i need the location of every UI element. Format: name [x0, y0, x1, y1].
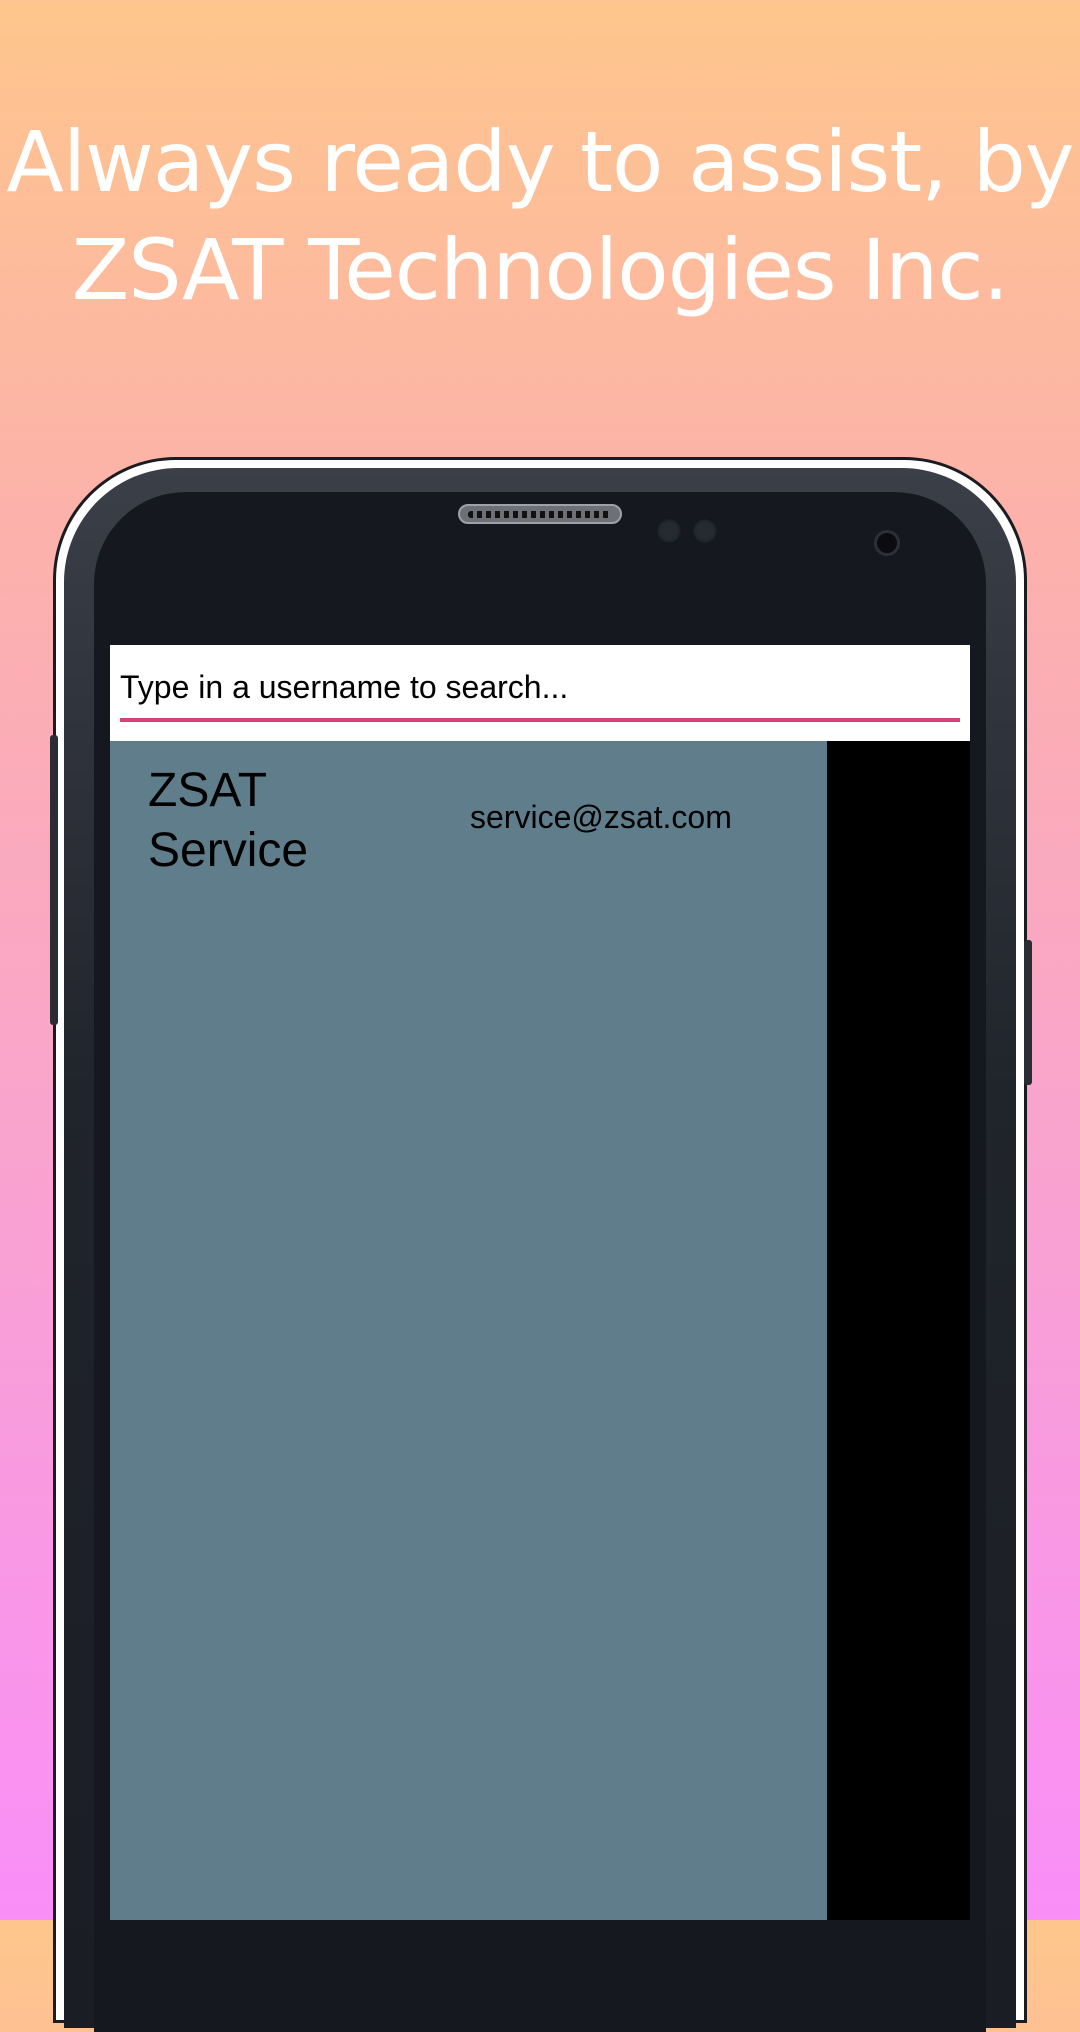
phone-speaker-icon — [458, 504, 622, 524]
app-screen: ZSAT Service service@zsat.com — [110, 645, 970, 1920]
proximity-sensor-icon — [656, 518, 682, 544]
username-search-input[interactable] — [120, 665, 960, 709]
user-list: ZSAT Service service@zsat.com — [110, 741, 827, 1920]
phone-volume-button — [50, 735, 58, 1025]
user-list-item[interactable]: ZSAT Service service@zsat.com — [110, 741, 827, 881]
user-email: service@zsat.com — [470, 799, 732, 835]
promo-headline-line2: ZSAT Technologies Inc. — [71, 221, 1010, 319]
front-camera-icon — [874, 530, 900, 556]
promo-headline: Always ready to assist, by ZSAT Technolo… — [0, 108, 1080, 324]
promo-headline-line1: Always ready to assist, by — [6, 113, 1074, 211]
search-bar — [110, 645, 970, 741]
light-sensor-icon — [692, 518, 718, 544]
search-input-underline — [120, 718, 960, 722]
phone-power-button — [1024, 940, 1032, 1085]
user-name: ZSAT Service — [148, 764, 309, 877]
